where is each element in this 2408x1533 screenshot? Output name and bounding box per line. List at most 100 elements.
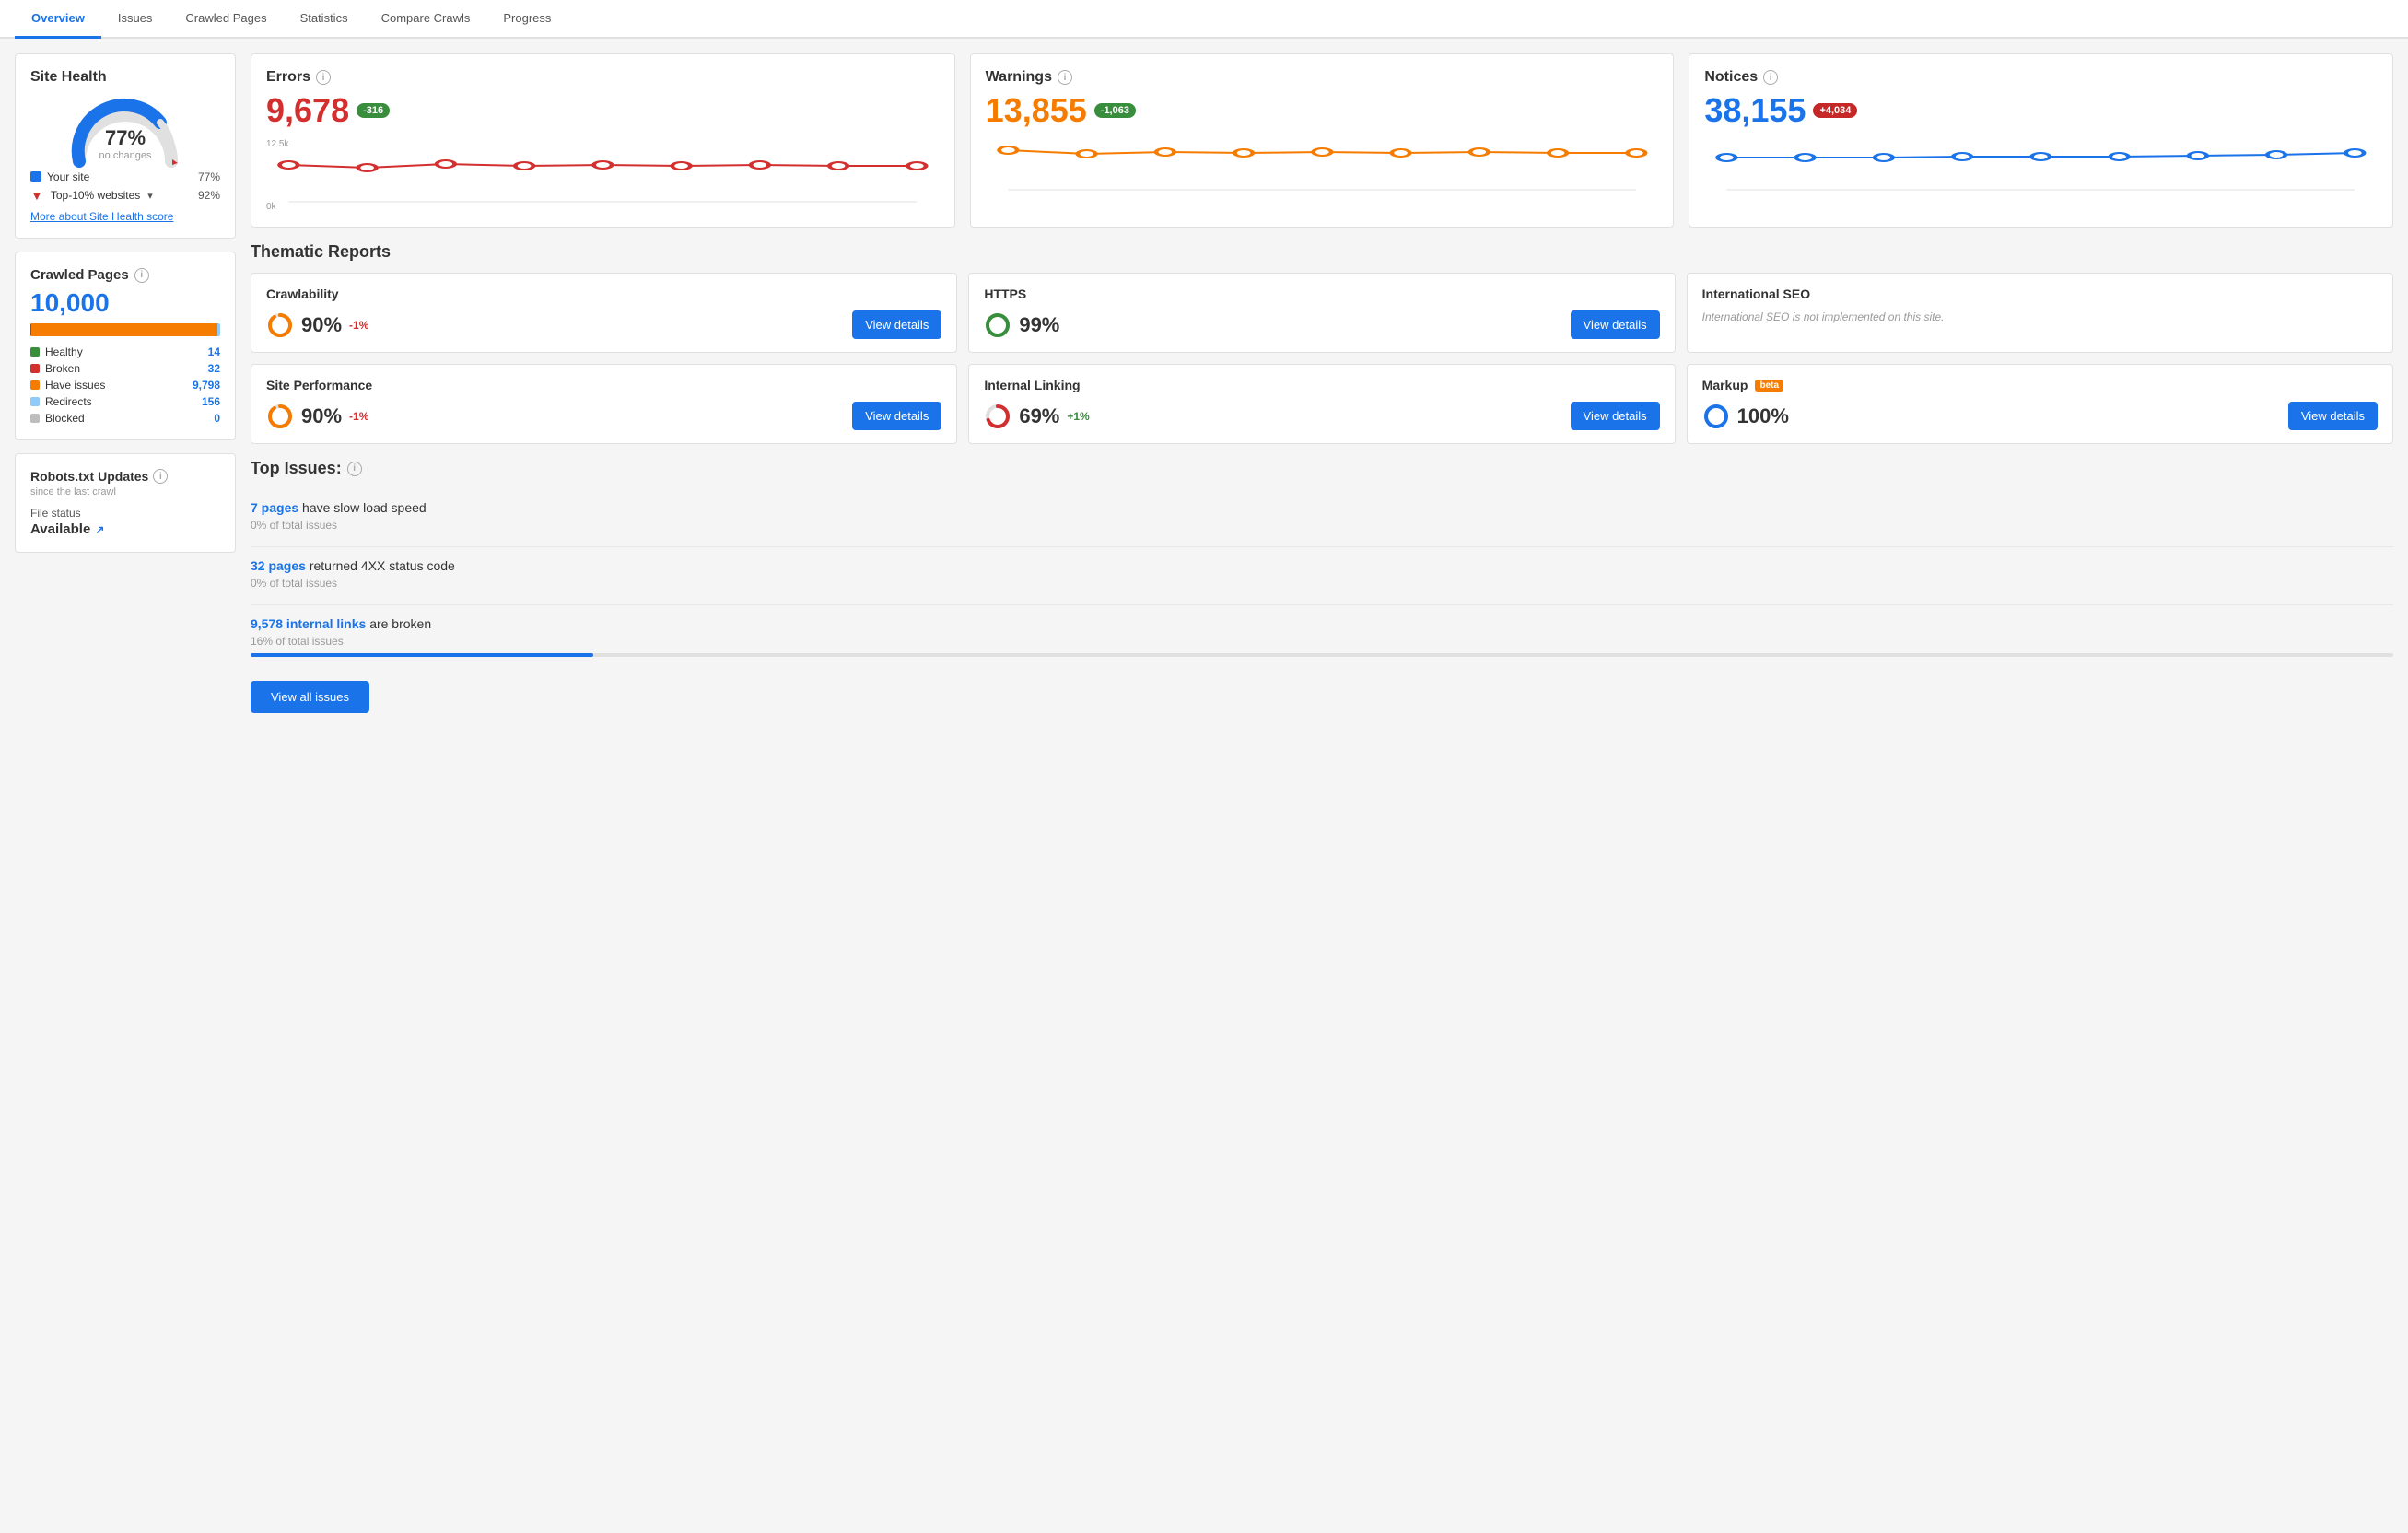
main-layout: Site Health 77% no chan xyxy=(0,39,2408,728)
issue-item-2: 9,578 internal links are broken 16% of t… xyxy=(251,605,2393,668)
count-blocked: 0 xyxy=(214,412,220,425)
report-markup-body: 100% View details xyxy=(1702,402,2378,430)
issue-item-0: 7 pages have slow load speed 0% of total… xyxy=(251,489,2393,547)
report-internal-linking-score: 69% +1% xyxy=(984,403,1089,430)
crawlability-change: -1% xyxy=(349,319,368,332)
issue-link-0[interactable]: 7 pages xyxy=(251,500,298,515)
report-https: HTTPS 99% View details xyxy=(968,273,1675,353)
top-issues-list: 7 pages have slow load speed 0% of total… xyxy=(251,489,2393,668)
gauge-container: 77% no changes xyxy=(30,97,220,161)
file-status-value: Available ↗ xyxy=(30,521,220,537)
report-crawlability-body: 90% -1% View details xyxy=(266,310,941,339)
gauge-label: no changes xyxy=(99,150,152,161)
report-internal-linking-title: Internal Linking xyxy=(984,378,1659,392)
tab-statistics[interactable]: Statistics xyxy=(284,0,365,39)
count-redirects: 156 xyxy=(202,395,220,408)
issue-sub-1: 0% of total issues xyxy=(251,577,2393,590)
bar-redirects xyxy=(217,323,220,336)
site-health-title: Site Health xyxy=(30,69,220,86)
legend-arrow-top: ▼ xyxy=(30,188,43,203)
sidebar: Site Health 77% no chan xyxy=(15,53,236,713)
report-https-body: 99% View details xyxy=(984,310,1659,339)
report-site-performance: Site Performance 90% -1% View details xyxy=(251,364,957,444)
tab-compare-crawls[interactable]: Compare Crawls xyxy=(365,0,487,39)
notices-header: Notices i xyxy=(1704,69,2378,86)
tab-overview[interactable]: Overview xyxy=(15,0,101,39)
robots-title: Robots.txt Updates i xyxy=(30,469,220,484)
crawl-legend-redirects: Redirects 156 xyxy=(30,395,220,408)
legend-value-site: 77% xyxy=(198,170,220,183)
site-performance-view-btn[interactable]: View details xyxy=(852,402,941,430)
label-issues: Have issues xyxy=(45,379,105,392)
legend-item-site: Your site 77% xyxy=(30,170,220,183)
tabs-bar: Overview Issues Crawled Pages Statistics… xyxy=(0,0,2408,39)
issue-link-2[interactable]: 9,578 internal links xyxy=(251,616,366,631)
warnings-card: Warnings i 13,855 -1,063 xyxy=(970,53,1675,228)
notices-value-row: 38,155 +4,034 xyxy=(1704,91,2378,130)
view-all-issues-button[interactable]: View all issues xyxy=(251,681,369,713)
warnings-value-row: 13,855 -1,063 xyxy=(986,91,1659,130)
crawled-pages-info-icon: i xyxy=(134,268,149,283)
report-site-performance-score: 90% -1% xyxy=(266,403,368,430)
crawlability-donut-icon xyxy=(266,311,294,339)
issue-item-1: 32 pages returned 4XX status code 0% of … xyxy=(251,547,2393,605)
errors-label: Errors xyxy=(266,69,310,86)
report-international-seo-disabled: International SEO is not implemented on … xyxy=(1702,310,2378,323)
main-content: Errors i 9,678 -316 12.5k xyxy=(251,53,2393,713)
tab-progress[interactable]: Progress xyxy=(486,0,567,39)
report-markup: Markup beta 100% View details xyxy=(1687,364,2393,444)
markup-view-btn[interactable]: View details xyxy=(2288,402,2378,430)
bar-issues xyxy=(31,323,217,336)
legend-value-top: 92% xyxy=(198,189,220,202)
issue-title-0: 7 pages have slow load speed xyxy=(251,500,2393,515)
dot-healthy xyxy=(30,347,40,357)
site-performance-donut-icon xyxy=(266,403,294,430)
tab-issues[interactable]: Issues xyxy=(101,0,169,39)
crawl-legend-issues: Have issues 9,798 xyxy=(30,379,220,392)
warnings-chart-svg xyxy=(986,139,1659,194)
notices-chart-svg xyxy=(1704,139,2378,194)
top-issues-title: Top Issues: i xyxy=(251,459,2393,478)
errors-chart-svg xyxy=(266,151,940,206)
file-status-label: File status xyxy=(30,507,220,520)
https-view-btn[interactable]: View details xyxy=(1571,310,1660,339)
count-broken: 32 xyxy=(208,362,220,375)
gauge-wrap: 77% no changes xyxy=(65,97,185,161)
notices-badge: +4,034 xyxy=(1813,103,1857,118)
label-healthy: Healthy xyxy=(45,345,83,358)
thematic-reports-section: Thematic Reports Crawlability 90% -1% xyxy=(251,242,2393,444)
errors-info-icon: i xyxy=(316,70,331,85)
report-crawlability: Crawlability 90% -1% View details xyxy=(251,273,957,353)
markup-donut-icon xyxy=(1702,403,1730,430)
warnings-badge: -1,063 xyxy=(1094,103,1136,118)
crawl-legend: Healthy 14 Broken 32 Have issues xyxy=(30,345,220,425)
issue-link-1[interactable]: 32 pages xyxy=(251,558,306,573)
report-https-score: 99% xyxy=(984,311,1059,339)
issue-title-2: 9,578 internal links are broken xyxy=(251,616,2393,631)
issue-sub-0: 0% of total issues xyxy=(251,519,2393,532)
crawled-progress-bar xyxy=(30,323,220,336)
report-site-performance-body: 90% -1% View details xyxy=(266,402,941,430)
notices-info-icon: i xyxy=(1763,70,1778,85)
reports-grid: Crawlability 90% -1% View details xyxy=(251,273,2393,444)
issue-title-1: 32 pages returned 4XX status code xyxy=(251,558,2393,573)
internal-linking-donut-icon xyxy=(984,403,1011,430)
site-performance-change: -1% xyxy=(349,410,368,423)
issue-bar-fill-2 xyxy=(251,653,593,657)
more-about-link[interactable]: More about Site Health score xyxy=(30,210,220,223)
crawl-legend-healthy: Healthy 14 xyxy=(30,345,220,358)
warnings-label: Warnings xyxy=(986,69,1052,86)
external-link-icon[interactable]: ↗ xyxy=(95,523,104,536)
crawlability-view-btn[interactable]: View details xyxy=(852,310,941,339)
crawled-pages-title: Crawled Pages i xyxy=(30,267,220,283)
warnings-info-icon: i xyxy=(1058,70,1072,85)
errors-chart-high: 12.5k xyxy=(266,139,288,149)
internal-linking-view-btn[interactable]: View details xyxy=(1571,402,1660,430)
site-health-legend: Your site 77% ▼ Top-10% websites ▾ 92% xyxy=(30,170,220,203)
crawl-legend-broken: Broken 32 xyxy=(30,362,220,375)
errors-value: 9,678 xyxy=(266,91,349,130)
tab-crawled-pages[interactable]: Crawled Pages xyxy=(169,0,283,39)
errors-card: Errors i 9,678 -316 12.5k xyxy=(251,53,955,228)
beta-badge: beta xyxy=(1755,380,1783,392)
report-international-seo: International SEO International SEO is n… xyxy=(1687,273,2393,353)
